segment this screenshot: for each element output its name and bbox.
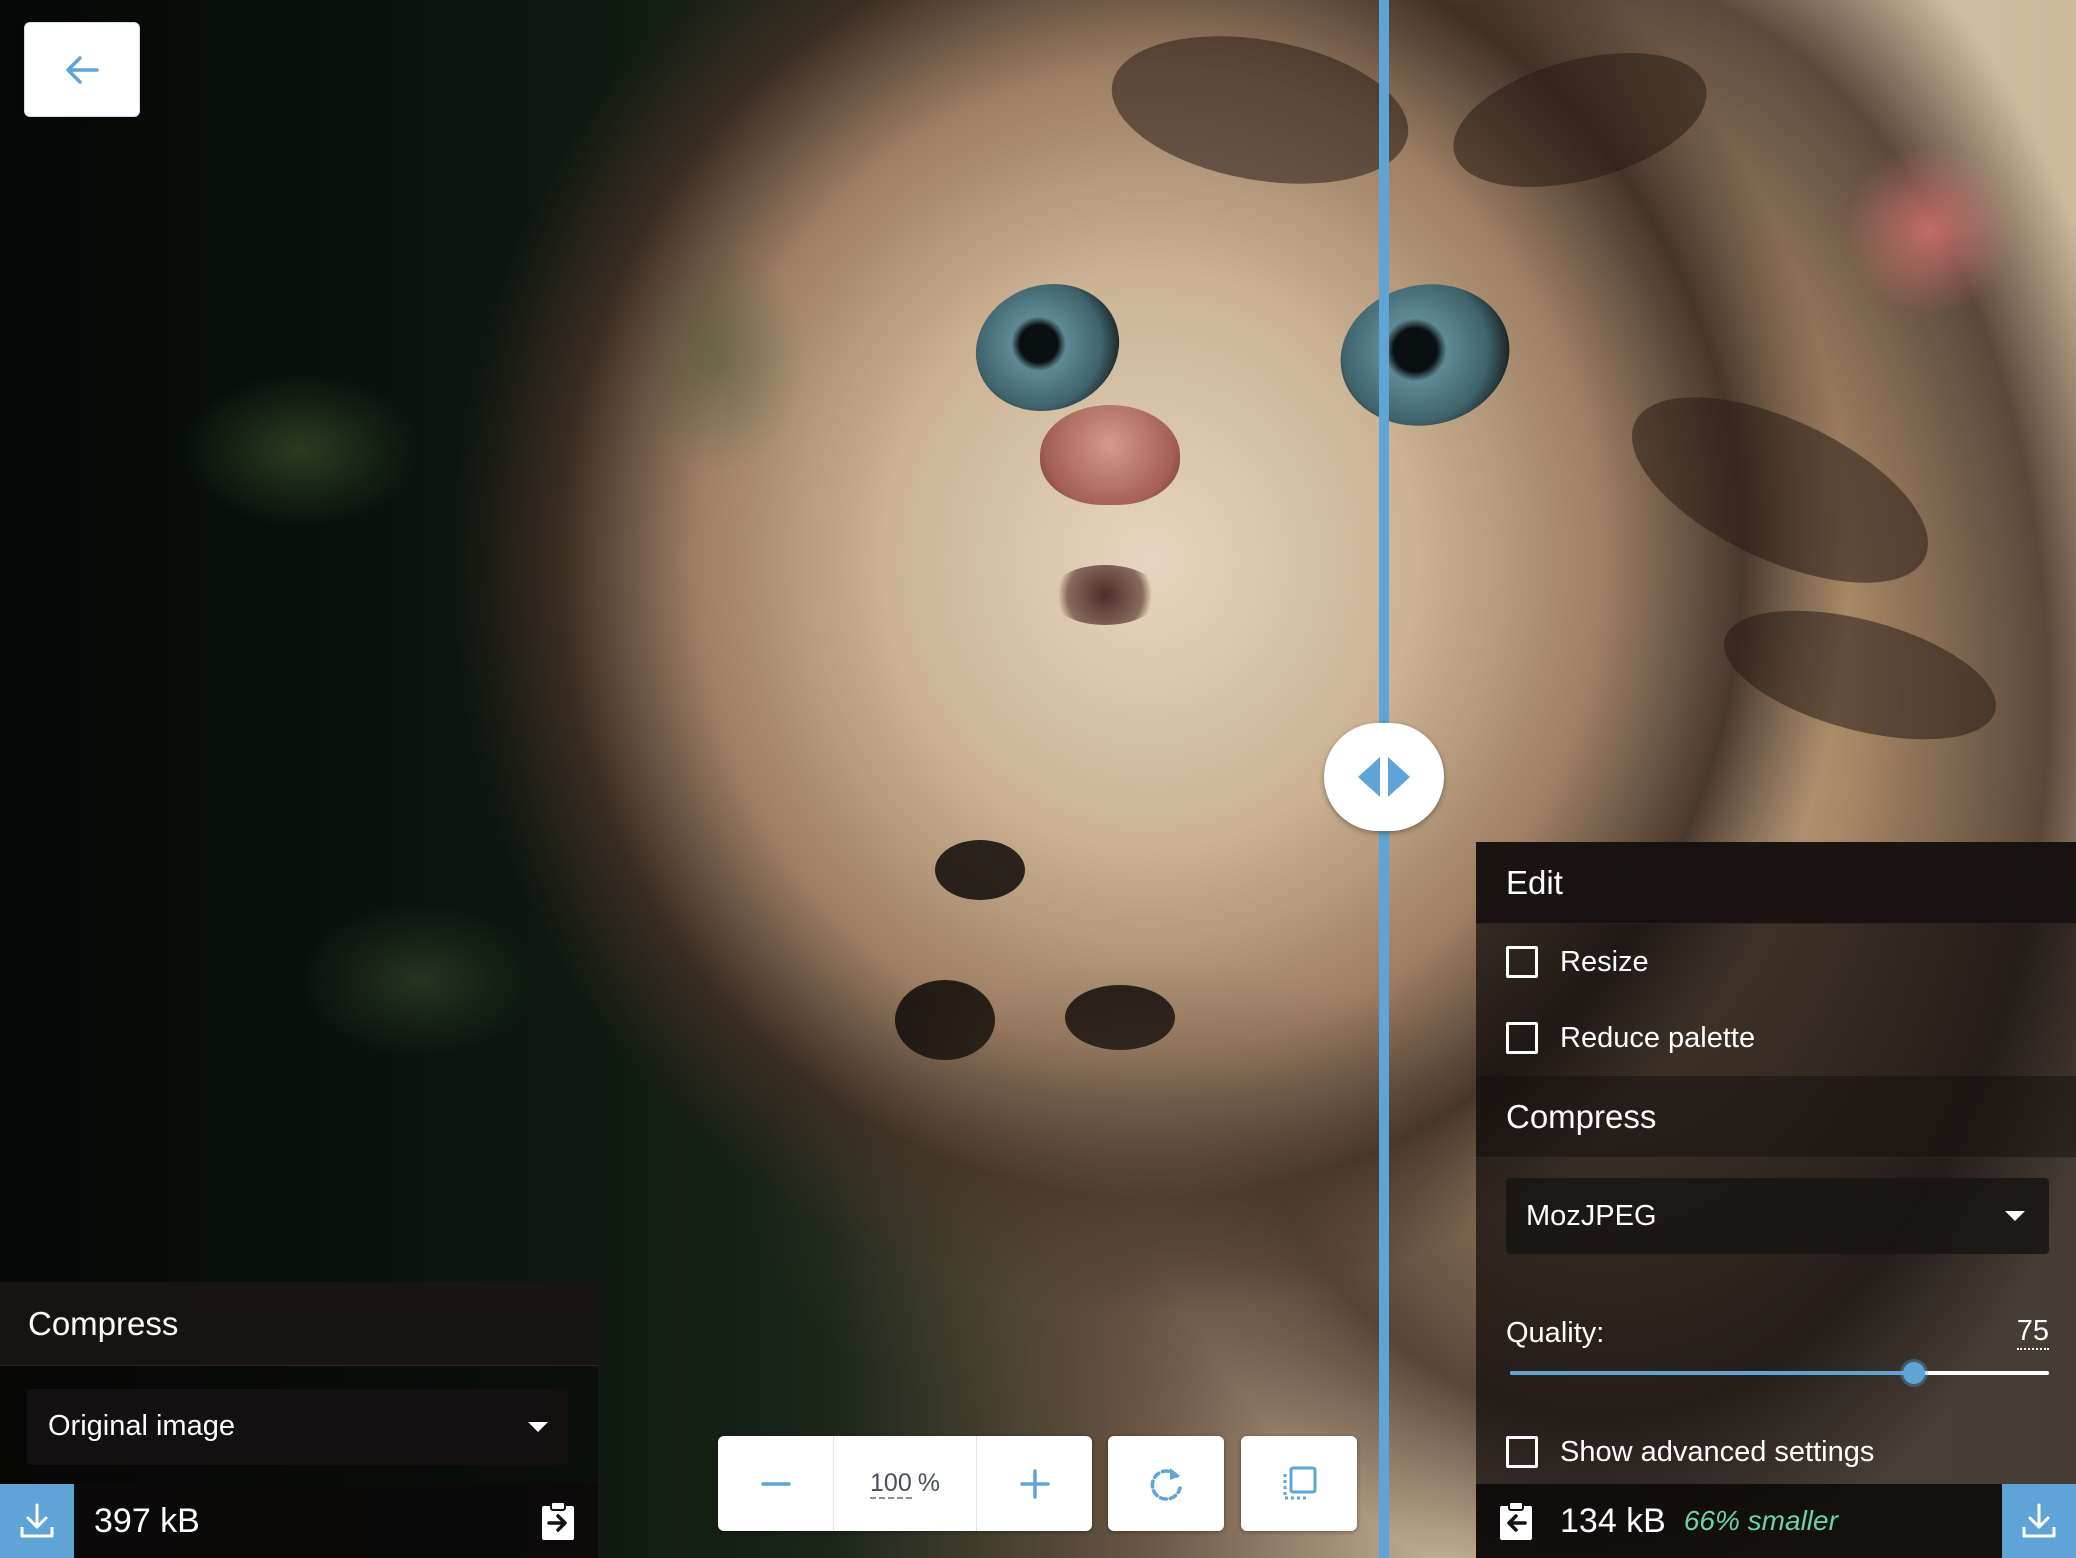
zoom-controls: 100 % [718,1436,1092,1531]
quality-label: Quality: [1506,1317,1605,1349]
zoom-out-button[interactable] [718,1436,833,1531]
kitten-eye-right [1327,268,1523,442]
rotate-icon [1150,1467,1182,1501]
copy-settings-right-button[interactable] [536,1499,580,1543]
right-compress-heading: Compress [1476,1076,2076,1158]
advanced-settings-option[interactable]: Show advanced settings [1476,1410,2076,1494]
fur-stripe [1438,28,1722,212]
reduce-palette-label: Reduce palette [1560,1021,1756,1054]
left-download-button[interactable] [0,1484,74,1558]
slider-thumb[interactable] [1903,1362,1926,1384]
kitten-eye-left [959,265,1136,430]
zoom-in-button[interactable] [977,1436,1092,1531]
quality-value[interactable]: 75 [2016,1314,2049,1350]
fur-stripe [1710,585,2010,765]
back-button[interactable] [24,22,140,117]
toggle-background-button[interactable] [1241,1436,1357,1531]
zoom-level[interactable]: 100 % [833,1436,977,1531]
right-options-panel: Edit Resize Reduce palette Compress MozJ… [1476,842,2076,1558]
fur-stripe [1100,15,1420,205]
rotate-button[interactable] [1108,1436,1224,1531]
left-select-area: Original image [0,1366,598,1486]
arrow-left-icon [66,55,99,84]
advanced-settings-checkbox[interactable] [1506,1436,1538,1468]
zoom-value: 100 [870,1468,912,1499]
resize-checkbox[interactable] [1506,946,1538,978]
right-file-size: 134 kB [1560,1501,1666,1540]
quality-slider[interactable] [1510,1350,2049,1410]
codec-select[interactable]: MozJPEG [1506,1178,2049,1254]
download-icon [2022,1503,2056,1538]
codec-select-area: MozJPEG [1476,1158,2076,1270]
codec-select-value: MozJPEG [1526,1199,1657,1232]
copy-settings-left-button[interactable] [1494,1499,1538,1543]
reduce-palette-checkbox[interactable] [1506,1022,1538,1054]
split-handle[interactable] [1324,723,1444,831]
right-download-button[interactable] [2002,1484,2076,1558]
paw-spot [935,840,1025,900]
advanced-settings-label: Show advanced settings [1560,1435,1875,1468]
slider-fill [1510,1371,1915,1375]
edit-heading: Edit [1476,842,2076,924]
left-select-value: Original image [48,1410,235,1442]
fur-stripe [1605,358,1955,622]
download-icon [20,1503,54,1538]
paw-spot [895,980,995,1060]
kitten-nose [1040,405,1180,505]
paw-spot [1065,985,1175,1050]
left-compress-heading: Compress [0,1282,598,1366]
left-size-bar: 397 kB [0,1484,598,1558]
resize-option[interactable]: Resize [1476,924,2076,1000]
chevron-down-icon [528,1421,548,1432]
reduce-palette-option[interactable]: Reduce palette [1476,1000,2076,1076]
left-compress-select[interactable]: Original image [27,1388,568,1465]
plus-icon [1019,1468,1050,1499]
quality-row: Quality: 75 [1476,1270,2076,1350]
zoom-unit: % [917,1469,940,1497]
split-arrows-icon [1358,757,1410,797]
resize-label: Resize [1560,945,1649,978]
ear-highlight [1840,150,2020,310]
minus-icon [760,1481,791,1486]
right-size-bar: 134 kB 66% smaller [1476,1484,2076,1558]
chevron-down-icon [2005,1211,2025,1221]
clipboard-arrow-right-icon [542,1501,574,1540]
clipboard-arrow-left-icon [1500,1501,1532,1540]
savings-badge: 66% smaller [1683,1505,1838,1536]
kitten-mouth [1050,565,1160,625]
left-options-panel: Compress Original image 397 kB [0,1282,598,1558]
left-file-size: 397 kB [94,1501,200,1540]
background-toggle-icon [1283,1466,1317,1499]
